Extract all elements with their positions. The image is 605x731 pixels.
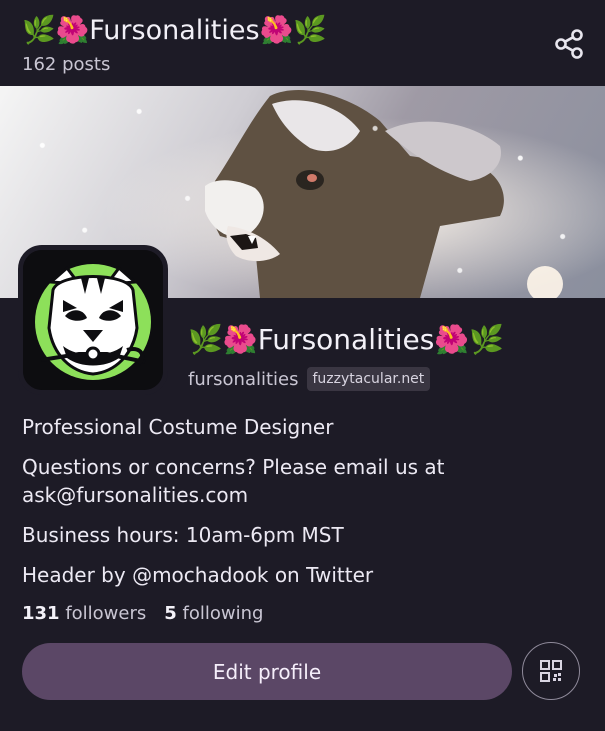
following-label: following (182, 603, 264, 624)
following-link[interactable]: 5 following (164, 603, 263, 624)
posts-count: 162 posts (22, 54, 111, 75)
followers-link[interactable]: 131 followers (22, 603, 146, 624)
share-button[interactable] (553, 28, 585, 60)
top-bar: 🌿🌺Fursonalities🌺🌿 162 posts (0, 0, 605, 86)
display-name-prefix-emoji: 🌿🌺 (188, 323, 258, 356)
instance-badge[interactable]: fuzzytacular.net (306, 367, 431, 391)
qr-code-button[interactable] (522, 642, 580, 700)
following-count: 5 (164, 603, 177, 624)
title-suffix-emoji: 🌺🌿 (259, 15, 327, 46)
profile-bio: Professional Costume Designer Questions … (22, 413, 582, 601)
display-name-text: Fursonalities (257, 323, 435, 356)
follow-stats: 131 followers 5 following (22, 603, 263, 624)
title-prefix-emoji: 🌿🌺 (22, 15, 90, 46)
edit-profile-button[interactable]: Edit profile (22, 643, 512, 700)
page-title: 🌿🌺Fursonalities🌺🌿 (22, 14, 327, 46)
tiger-logo-icon (23, 250, 163, 390)
title-text: Fursonalities (89, 15, 260, 46)
followers-count: 131 (22, 603, 60, 624)
avatar[interactable] (18, 245, 168, 395)
bio-line-1: Professional Costume Designer (22, 415, 334, 439)
bio-line-4: Header by @mochadook on Twitter (22, 563, 374, 587)
display-name-suffix-emoji: 🌺🌿 (434, 323, 505, 356)
bio-line-2: Questions or concerns? Please email us a… (22, 455, 445, 507)
handle-row: fursonalities fuzzytacular.net (188, 367, 431, 391)
profile-display-name: 🌿🌺Fursonalities🌺🌿 (188, 323, 504, 356)
bio-line-3: Business hours: 10am-6pm MST (22, 523, 344, 547)
qr-code-icon (540, 660, 562, 682)
followers-label: followers (65, 603, 147, 624)
share-icon (555, 29, 583, 59)
profile-handle: fursonalities (188, 368, 299, 390)
